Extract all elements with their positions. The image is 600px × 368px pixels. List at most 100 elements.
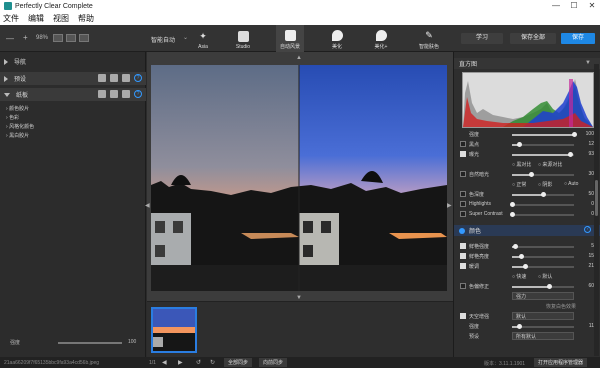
grid-view-icon[interactable] <box>98 74 106 82</box>
mode-asia[interactable]: ✦ Asia <box>194 25 212 52</box>
list-view-icon[interactable] <box>110 90 118 98</box>
view-single-icon[interactable] <box>53 34 63 42</box>
mode-beautify[interactable]: 美化 <box>324 25 350 52</box>
dropdown-select[interactable]: 默认 <box>512 312 574 320</box>
slider-knob[interactable] <box>513 244 519 249</box>
color-slider[interactable] <box>512 244 574 249</box>
sync-all-button[interactable]: 全部同步 <box>224 358 253 367</box>
checkbox[interactable] <box>460 243 466 249</box>
mode-smart-skin[interactable]: ✎ 智能肤色 <box>412 25 446 52</box>
tree-item-stylized-color[interactable]: › 风格化颜色 <box>6 123 34 130</box>
view-split-icon[interactable] <box>66 34 76 42</box>
toggle-icon[interactable] <box>459 227 465 234</box>
chevron-down-icon[interactable]: ▼ <box>585 60 591 66</box>
radio-option[interactable]: ○ 快速 <box>512 273 526 280</box>
tone-slider[interactable] <box>512 132 577 137</box>
open-app-manager-button[interactable]: 打开应用程序管理器 <box>534 358 588 367</box>
checkbox[interactable] <box>460 263 466 269</box>
zoom-out-button[interactable]: — <box>6 34 14 43</box>
slider-knob[interactable] <box>516 324 522 329</box>
rotate-left-icon[interactable]: ↺ <box>196 359 201 366</box>
color-section-header[interactable]: 颜色 ? <box>454 225 600 236</box>
sync-forward-button[interactable]: 向前同步 <box>259 358 288 367</box>
slider-knob[interactable] <box>567 152 573 157</box>
color-slider[interactable] <box>512 324 574 329</box>
nav-section[interactable]: 导航 <box>0 55 146 68</box>
maximize-button[interactable]: ☐ <box>566 0 582 12</box>
scrollbar-thumb[interactable] <box>595 180 598 216</box>
grid-view-icon[interactable] <box>98 90 106 98</box>
checkbox[interactable] <box>460 283 466 289</box>
tone-slider[interactable] <box>512 192 574 197</box>
radio-option[interactable]: ○ 来源对比 <box>538 161 562 168</box>
collapse-right-icon[interactable]: ▶ <box>447 202 452 209</box>
checkbox[interactable] <box>460 191 466 197</box>
presets-section[interactable]: 预设 ? <box>0 72 146 85</box>
mode-studio[interactable]: Studio <box>230 25 256 52</box>
help-icon[interactable]: ? <box>134 74 142 82</box>
minimize-button[interactable]: — <box>548 0 564 12</box>
strength-slider[interactable] <box>58 342 122 344</box>
slider-knob[interactable] <box>510 212 515 217</box>
histogram-header[interactable]: 直方图 ▼ <box>454 58 600 69</box>
slider-knob[interactable] <box>541 192 546 197</box>
dropdown-select[interactable]: 所有默认 <box>512 332 574 340</box>
radio-option[interactable]: ○ 默认 <box>538 273 552 280</box>
gear-icon[interactable] <box>122 90 130 98</box>
tree-item-bw-film[interactable]: › 黑白胶片 <box>6 132 29 139</box>
save-button[interactable]: 保存 <box>561 33 595 44</box>
checkbox[interactable] <box>460 171 466 177</box>
tone-slider[interactable] <box>512 172 574 177</box>
zoom-in-button[interactable]: + <box>23 33 28 42</box>
menu-view[interactable]: 视图 <box>53 13 69 24</box>
dropdown-select[interactable]: 强力 <box>512 292 574 300</box>
slider-knob[interactable] <box>517 142 523 147</box>
tree-item-color-film[interactable]: › 颜色胶片 <box>6 105 29 112</box>
color-slider[interactable] <box>512 264 574 269</box>
view-compare-icon[interactable] <box>79 34 89 42</box>
slider-knob[interactable] <box>510 202 515 207</box>
tree-item-color[interactable]: › 色彩 <box>6 114 19 121</box>
radio-option[interactable]: ○ 黑对比 <box>512 161 531 168</box>
help-icon[interactable]: ? <box>584 226 591 233</box>
color-slider[interactable] <box>512 254 574 259</box>
slider-knob[interactable] <box>523 264 529 269</box>
tone-slider[interactable] <box>510 202 574 207</box>
checkbox[interactable] <box>460 253 466 259</box>
gear-icon[interactable] <box>122 74 130 82</box>
filters-section[interactable]: 纸板 ? <box>0 88 146 101</box>
checkbox[interactable] <box>460 151 466 157</box>
tone-slider[interactable] <box>512 152 574 157</box>
collapse-left-icon[interactable]: ◀ <box>145 202 150 209</box>
preset-dropdown[interactable]: 智能自动 <box>151 35 175 44</box>
slider-knob[interactable] <box>547 284 553 289</box>
color-slider[interactable] <box>512 284 574 289</box>
menu-help[interactable]: 帮助 <box>78 13 94 24</box>
menu-edit[interactable]: 编辑 <box>28 13 44 24</box>
checkbox[interactable] <box>460 211 466 217</box>
mode-beautify-plus[interactable]: 美化+ <box>368 25 394 52</box>
thumbnail[interactable] <box>151 307 197 353</box>
right-scrollbar[interactable] <box>594 64 599 356</box>
rotate-right-icon[interactable]: ↻ <box>210 359 215 366</box>
radio-option[interactable]: ○ Auto <box>564 181 578 187</box>
radio-option[interactable]: ○ 阴影 <box>538 181 552 188</box>
slider-knob[interactable] <box>519 254 525 259</box>
next-icon[interactable]: ▶ <box>178 359 183 366</box>
mode-auto-landscape[interactable]: 自动风景 <box>276 25 304 52</box>
checkbox[interactable] <box>460 313 466 319</box>
help-icon[interactable]: ? <box>134 90 142 98</box>
prev-icon[interactable]: ◀ <box>162 359 167 366</box>
radio-option[interactable]: ○ 正常 <box>512 181 526 188</box>
menu-file[interactable]: 文件 <box>3 13 19 24</box>
learn-button[interactable]: 学习 <box>461 33 503 44</box>
chevron-down-icon[interactable]: ⌄ <box>183 34 188 41</box>
slider-knob[interactable] <box>572 132 577 137</box>
save-all-button[interactable]: 保存全部 <box>510 33 556 44</box>
list-view-icon[interactable] <box>110 74 118 82</box>
checkbox[interactable] <box>460 141 466 147</box>
tone-slider[interactable] <box>510 212 574 217</box>
checkbox[interactable] <box>460 201 466 207</box>
slider-knob[interactable] <box>528 172 534 177</box>
close-button[interactable]: ✕ <box>584 0 600 12</box>
